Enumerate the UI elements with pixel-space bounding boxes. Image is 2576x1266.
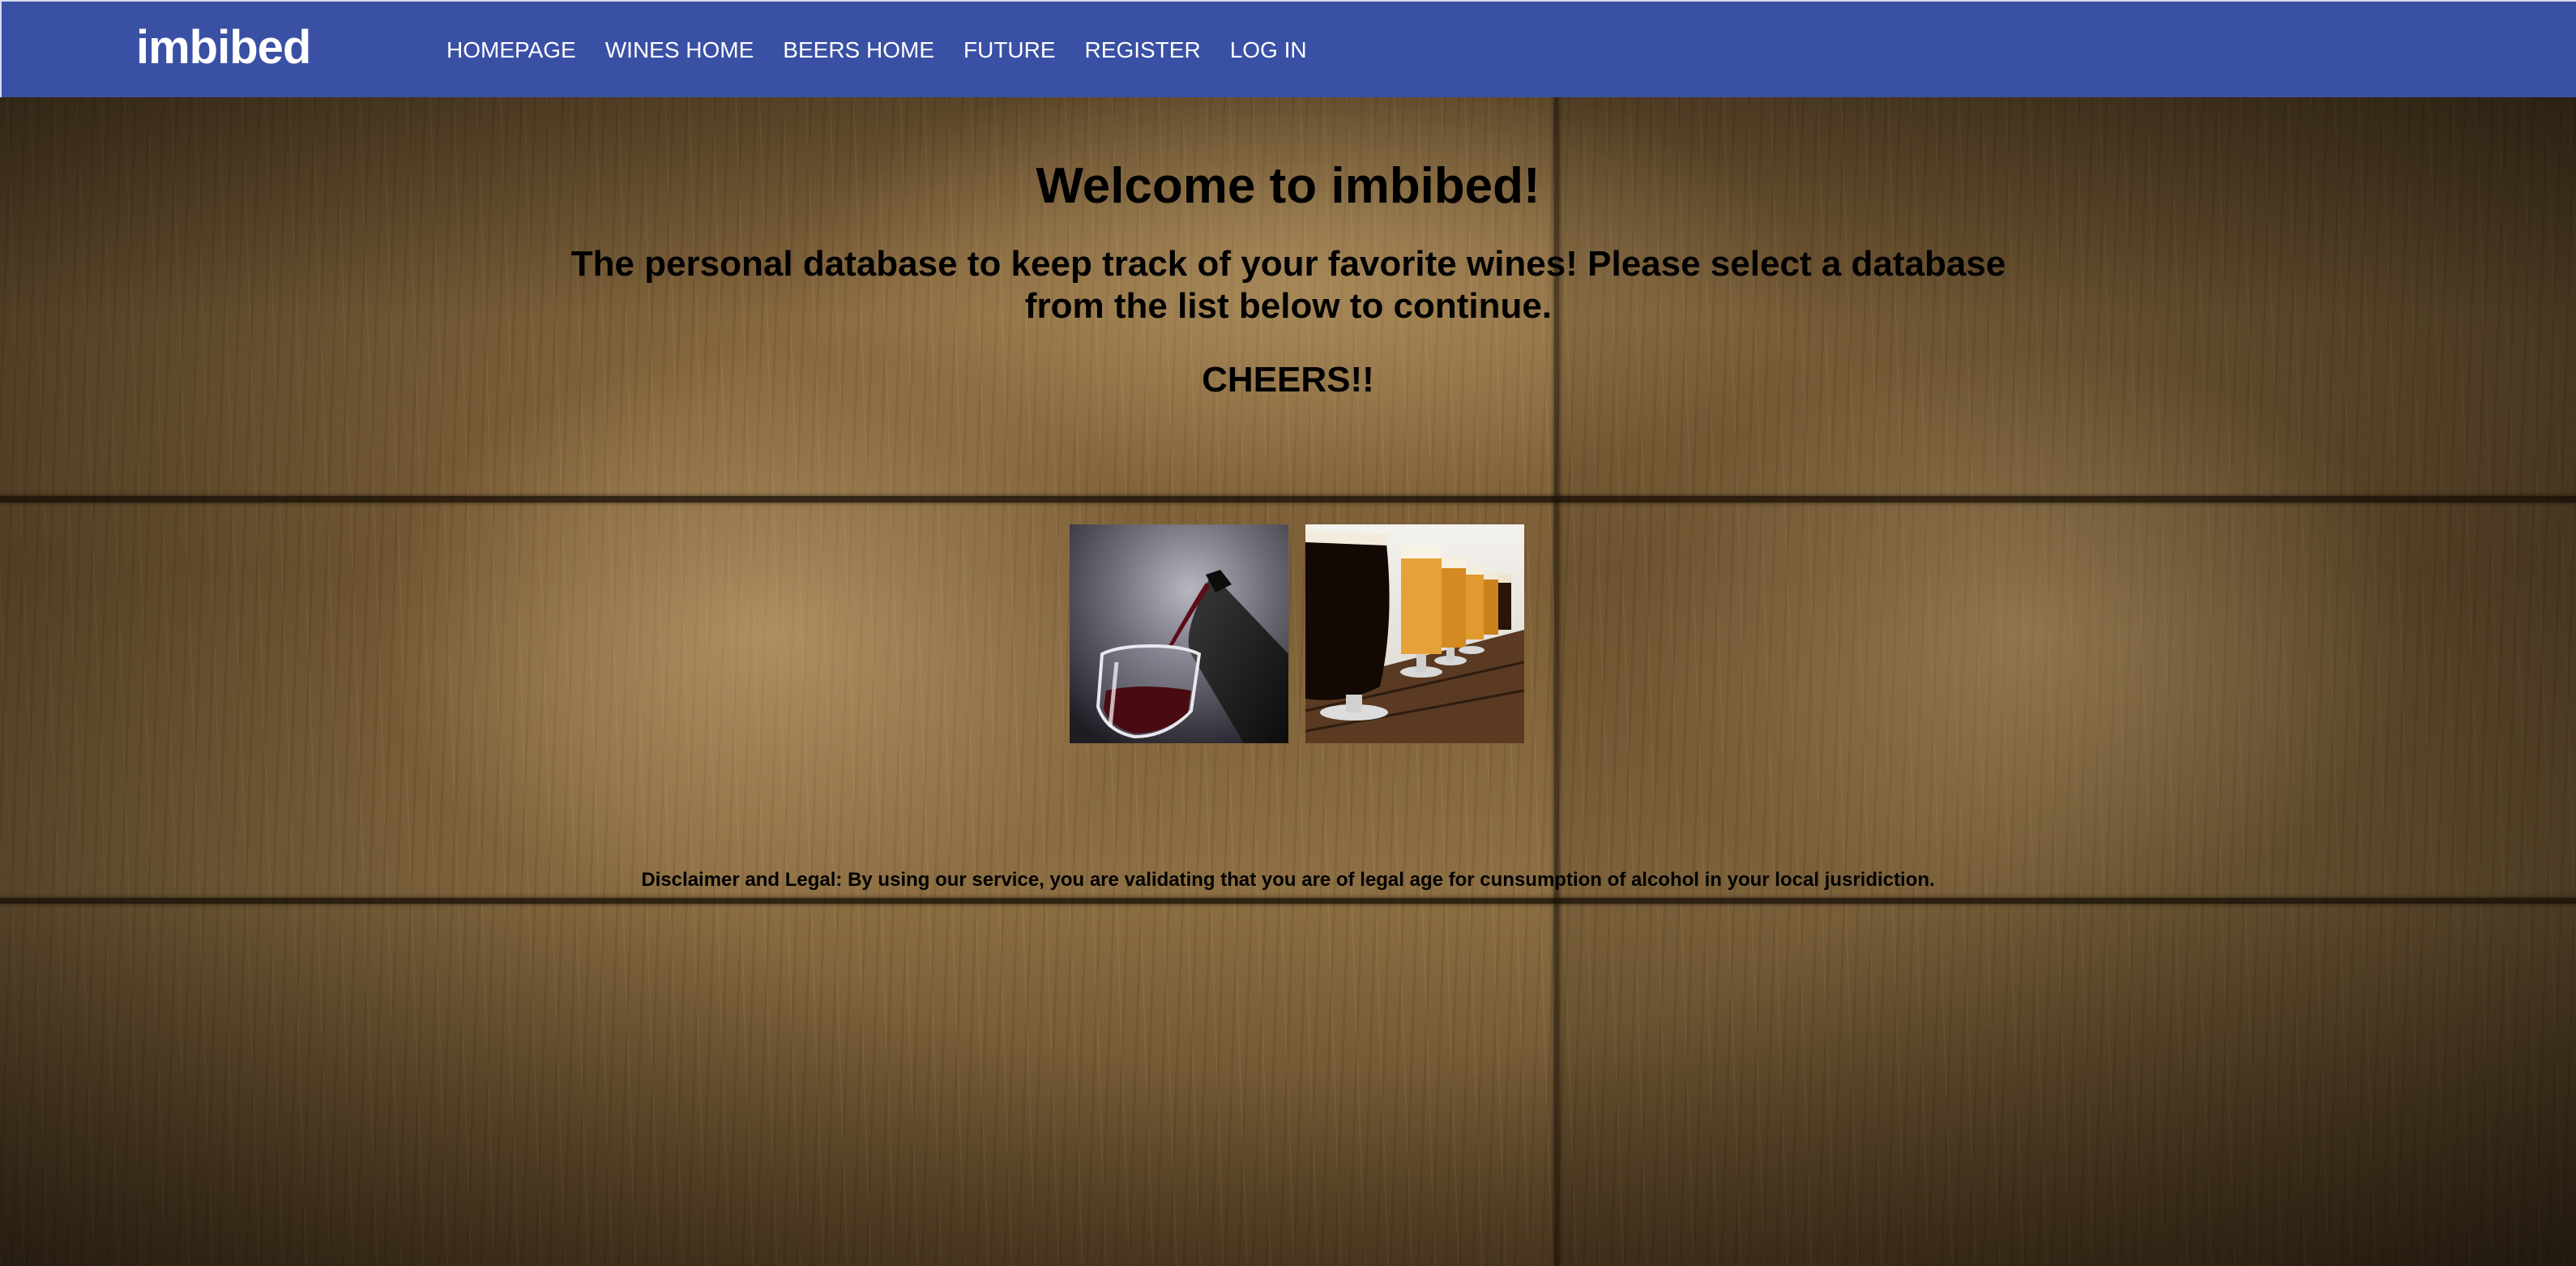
nav-link-beers-home[interactable]: BEERS HOME — [783, 36, 934, 65]
wood-seam — [0, 496, 2576, 503]
beer-database-tile[interactable] — [1305, 524, 1524, 743]
welcome-heading: Welcome to imbibed! — [1036, 158, 1540, 214]
wine-pouring-photo-icon — [1070, 524, 1288, 743]
nav-link-wines-home[interactable]: WINES HOME — [605, 36, 754, 65]
beer-glasses-photo-icon — [1305, 524, 1524, 743]
nav-link-register[interactable]: REGISTER — [1085, 36, 1201, 65]
top-navbar: imbibed HOMEPAGE WINES HOME BEERS HOME F… — [0, 0, 2576, 97]
wood-seam — [0, 898, 2576, 904]
nav-link-homepage[interactable]: HOMEPAGE — [446, 36, 576, 65]
disclaimer-text: Disclaimer and Legal: By using our servi… — [641, 869, 1935, 891]
cheers-heading: CHEERS!! — [1202, 360, 1374, 400]
nav-links: HOMEPAGE WINES HOME BEERS HOME FUTURE RE… — [446, 36, 1307, 65]
nav-link-log-in[interactable]: LOG IN — [1230, 36, 1307, 65]
nav-link-future[interactable]: FUTURE — [963, 36, 1056, 65]
tagline: The personal database to keep track of y… — [570, 244, 2006, 326]
database-tiles — [1070, 524, 1524, 743]
page: imbibed HOMEPAGE WINES HOME BEERS HOME F… — [0, 0, 2576, 1266]
wine-database-tile[interactable] — [1070, 524, 1288, 743]
brand-logo[interactable]: imbibed — [136, 19, 311, 76]
